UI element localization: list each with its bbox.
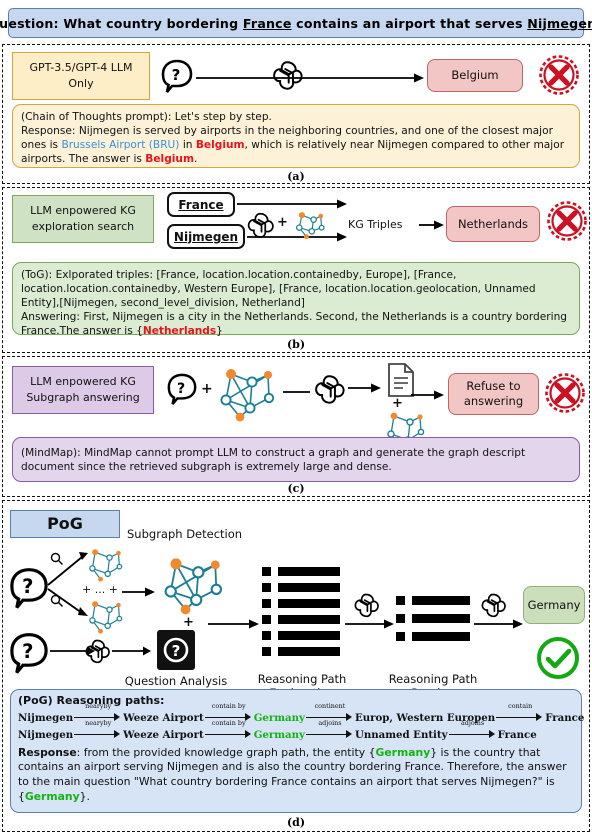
- knowledge-graph-icon: [164, 558, 223, 615]
- figure-root: Question: What country bordering France …: [0, 0, 592, 834]
- explanation-box-b: (ToG): Exlporated triples: [France, loca…: [12, 262, 580, 338]
- circle-x-icon: [545, 373, 585, 413]
- flow-arrow-d-prune: [345, 619, 394, 629]
- knowledge-graph-icon: [295, 212, 325, 240]
- knowledge-graph-icon: [89, 549, 123, 582]
- question-entity-nijmegen: Nijmegen: [527, 15, 592, 31]
- flow-arrow-d-answer: [474, 619, 523, 629]
- openai-logo-icon: [481, 593, 506, 618]
- highlight-germany-1: Germany: [375, 745, 431, 759]
- svg-text:?: ?: [22, 575, 33, 598]
- path2-node-0: Nijmegen: [18, 728, 74, 741]
- flow-arrow-a: [196, 73, 424, 83]
- openai-logo-icon: [315, 375, 345, 404]
- question-bubble-icon: ?: [10, 633, 48, 674]
- flow-arrow-c-1: [283, 391, 310, 393]
- tog-triples-line: (ToG): Exlporated triples: [France, loca…: [21, 269, 536, 310]
- circle-x-icon: [547, 201, 587, 241]
- plus-sign-c: +: [201, 381, 213, 397]
- pog-response-text: Response: from the provided knowledge gr…: [18, 745, 567, 803]
- path1-rel-7: contain: [496, 702, 544, 724]
- path2-node-6: Unnamed Entity: [354, 728, 448, 741]
- openai-logo-icon: [85, 639, 110, 664]
- cot-prompt-line: (Chain of Thoughts prompt): Let's step b…: [21, 111, 272, 123]
- path2-node-4: Germany: [253, 728, 305, 741]
- svg-text:?: ?: [172, 642, 181, 660]
- path2-node-2: Weeze Airport: [123, 728, 204, 741]
- answer-chip-a: Belgium: [427, 59, 523, 92]
- flow-arrow-b-triples: [419, 220, 444, 230]
- svg-text:?: ?: [22, 640, 33, 663]
- path2-rel-1: nearyby: [74, 719, 122, 741]
- method-box-kg-subgraph: LLM enpowered KG Subgraph answering: [12, 366, 154, 414]
- section-label-c: (c): [287, 482, 305, 495]
- plus-sign-b: +: [277, 215, 288, 230]
- path2-rel-5: adjoins: [305, 719, 354, 741]
- path2-node-8: France: [497, 728, 537, 741]
- svg-text:?: ?: [177, 381, 185, 397]
- flow-arrow-d-merge: [122, 587, 155, 597]
- path1-node-2: Weeze Airport: [123, 711, 204, 724]
- entity-pill-nijmegen: Nijmegen: [167, 224, 245, 249]
- highlight-brussels-airport: Brussels Airport (BRU): [61, 139, 180, 152]
- question-bubble-icon: ?: [10, 568, 48, 609]
- section-label-a: (a): [287, 170, 305, 183]
- question-part1: What country bordering: [58, 15, 243, 31]
- path-list-icon: [396, 596, 470, 641]
- flow-arrow-c-3: [411, 390, 444, 400]
- question-prefix: Question:: [0, 15, 59, 31]
- knowledge-graph-icon: [220, 369, 275, 422]
- plus-sign-d: +: [183, 615, 194, 630]
- highlight-belgium-2: Belgium: [145, 153, 194, 166]
- openai-logo-icon: [273, 61, 303, 90]
- svg-text:?: ?: [172, 66, 181, 84]
- question-bubble-icon: ?: [167, 373, 197, 405]
- flow-arrow-d-to-paths: [208, 619, 259, 629]
- path2-rel-3: contain by: [204, 719, 253, 741]
- question-bubble-icon: ?: [161, 59, 193, 93]
- stage-label-subgraph-detection: Subgraph Detection: [127, 527, 243, 541]
- knowledge-graph-icon: [89, 601, 123, 634]
- highlight-netherlands: Netherlands: [142, 325, 217, 338]
- reasoning-path-row-2: Nijmegen nearyby Weeze Airport contain by Ge…: [18, 719, 574, 741]
- path1-node-0: Nijmegen: [18, 711, 74, 724]
- circle-x-icon: [539, 55, 579, 95]
- explanation-box-a: (Chain of Thoughts prompt): Let's step b…: [12, 104, 580, 168]
- section-label-b: (b): [286, 338, 306, 351]
- method-box-pog: PoG: [10, 510, 120, 538]
- highlight-belgium-1: Belgium: [195, 139, 245, 152]
- question-analysis-icon: ?: [157, 630, 195, 670]
- openai-logo-icon: [247, 212, 274, 238]
- path-list-icon: [262, 567, 340, 656]
- section-label-d: (d): [286, 816, 306, 829]
- flow-arrow-c-2: [348, 383, 381, 393]
- circle-check-icon: [537, 637, 579, 679]
- plus-dots-label: + ... +: [82, 583, 118, 596]
- magnifier-icon: [50, 552, 63, 565]
- mindmap-text: (MindMap): MindMap cannot prompt LLM to …: [21, 446, 526, 473]
- stage-label-question-analysis: Question Analysis: [124, 674, 228, 688]
- cot-response-line: Response: Nijmegen is served by airports…: [21, 125, 565, 166]
- answer-chip-b: Netherlands: [446, 206, 540, 242]
- question-text: Question: What country bordering France …: [0, 16, 592, 31]
- explanation-box-d: (PoG) Reasoning paths: Nijmegen nearyby We…: [10, 689, 585, 813]
- path1-node-4: Germany: [253, 711, 305, 724]
- answer-chip-c: Refuse to answering: [448, 373, 539, 415]
- question-banner: Question: What country bordering France …: [0, 8, 592, 38]
- kg-triples-label: KG Triples: [348, 218, 403, 231]
- openai-logo-icon: [354, 593, 379, 618]
- method-box-kg-exploration: LLM enpowered KG exploration search: [12, 195, 154, 243]
- entity-pill-france: France: [167, 192, 235, 217]
- highlight-germany-2: Germany: [24, 789, 80, 803]
- question-part2: contains an airport that serves: [291, 15, 528, 31]
- path1-node-8: France: [545, 711, 585, 724]
- flow-arrow-d-q2: [112, 646, 151, 656]
- path2-rel-7: adjoins: [448, 719, 497, 741]
- explanation-box-c: (MindMap): MindMap cannot prompt LLM to …: [12, 437, 580, 482]
- question-entity-france: France: [242, 15, 292, 31]
- method-box-gpt-only: GPT-3.5/GPT-4 LLM Only: [12, 52, 150, 100]
- answer-chip-d: Germany: [523, 586, 585, 624]
- magnifier-icon: [50, 594, 63, 607]
- tog-answer-line: Answering: First, Nijmegen is a city in …: [21, 311, 568, 338]
